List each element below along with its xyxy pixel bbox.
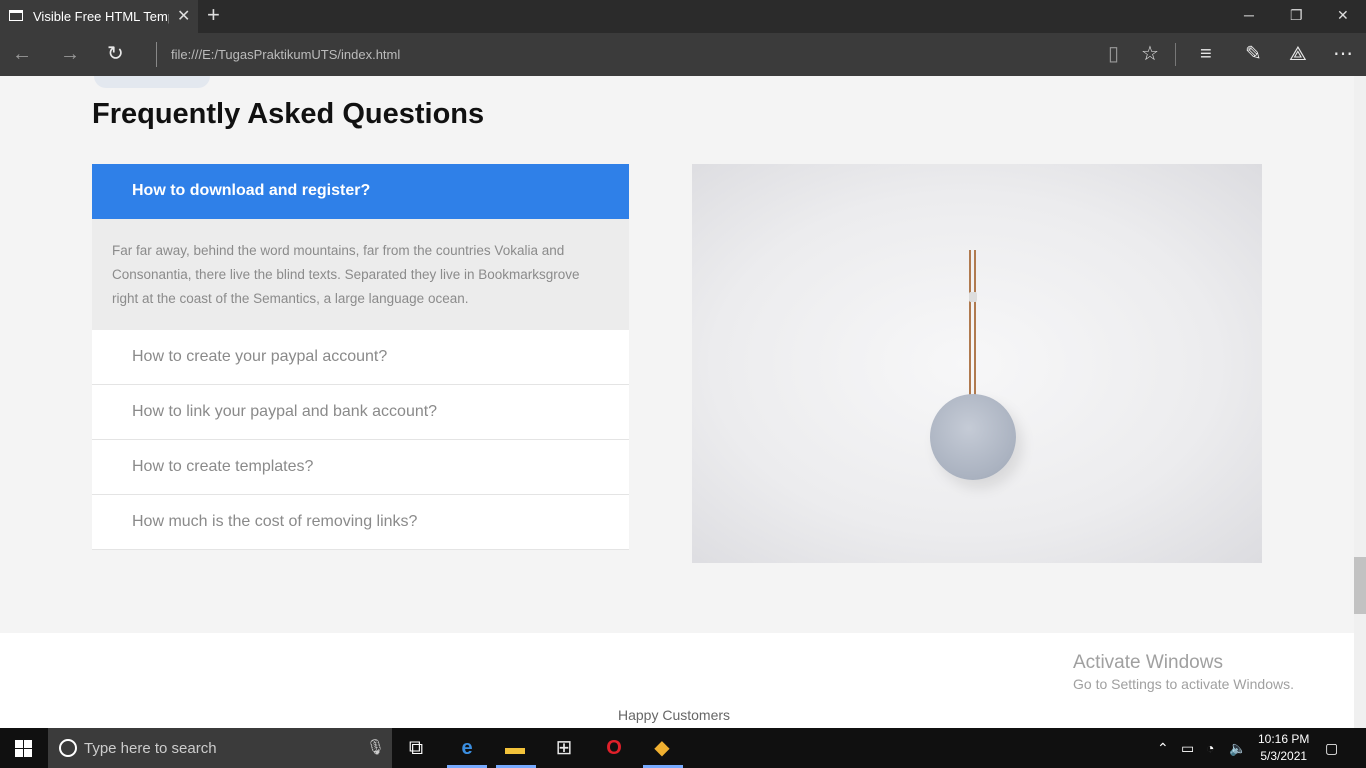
wifi-icon[interactable]: ◔ [1206,740,1214,756]
new-tab-icon[interactable]: + [207,4,220,26]
activate-windows-subtitle: Go to Settings to activate Windows. [1073,676,1294,692]
minimize-icon[interactable]: ─ [1244,7,1254,23]
close-window-icon[interactable]: ✕ [1337,7,1349,24]
tab-bar: Visible Free HTML Temp ✕ + ─ ❐ ✕ [0,0,1366,33]
maximize-icon[interactable]: ❐ [1290,7,1303,24]
show-hidden-icons-icon[interactable]: ⌃ [1157,740,1169,757]
section-pill [94,76,210,88]
speaker-photo [692,164,1262,563]
more-icon[interactable]: ⋯ [1333,43,1353,65]
back-icon[interactable]: ← [12,43,32,65]
faq-answer: Far far away, behind the word mountains,… [92,219,629,330]
store-icon[interactable]: ⊞ [552,736,576,760]
browser-tab[interactable]: Visible Free HTML Temp ✕ [0,0,198,33]
reading-view-icon[interactable]: ▯ [1108,43,1119,65]
search-placeholder: Type here to search [84,740,217,757]
edge-browser-icon[interactable]: e [455,736,479,760]
opera-icon[interactable]: O [602,736,626,760]
hub-icon[interactable]: ≡ [1200,43,1212,65]
windows-taskbar: Type here to search 🎙 ⧉ e ▬ ⊞ O ◆ ⌃ ▭ ◔ … [0,728,1366,768]
scrollbar-thumb[interactable] [1354,557,1366,614]
faq-accordion: How to download and register? Far far aw… [92,164,629,550]
faq-question[interactable]: How much is the cost of removing links? [92,495,629,550]
speaker-tag [969,292,977,302]
notes-icon[interactable]: ✎ [1245,43,1262,65]
browser-toolbar: ← → ↻ file:///E:/TugasPraktikumUTS/index… [0,33,1366,76]
volume-icon[interactable]: 🔈 [1229,740,1246,757]
page-icon [9,10,23,21]
close-icon[interactable]: ✕ [177,6,190,26]
clock-time: 10:16 PM [1258,732,1310,746]
share-icon[interactable]: ⟁ [1289,43,1307,65]
notification-icon[interactable]: ▢ [1325,740,1338,757]
speaker-strap [968,250,977,400]
forward-icon[interactable]: → [60,43,80,65]
battery-icon[interactable]: ▭ [1181,740,1194,757]
faq-title: Frequently Asked Questions [92,98,485,130]
address-divider [156,42,157,67]
speaker-image [930,394,1016,480]
taskbar-clock[interactable]: 10:16 PM 5/3/2021 [1258,731,1309,765]
git-icon[interactable]: ◆ [650,736,674,760]
activate-windows-title: Activate Windows [1073,652,1223,673]
refresh-icon[interactable]: ↻ [107,43,124,65]
clock-date: 5/3/2021 [1260,749,1308,763]
favorite-star-icon[interactable]: ☆ [1141,43,1159,65]
faq-question[interactable]: How to create templates? [92,440,629,495]
faq-question[interactable]: How to create your paypal account? [92,330,629,385]
happy-customers-heading: Happy Customers [618,707,731,723]
file-explorer-icon[interactable]: ▬ [503,736,527,760]
page-scrollbar[interactable] [1354,76,1366,728]
toolbar-divider [1175,43,1176,66]
tab-title: Visible Free HTML Temp [33,9,169,24]
faq-question[interactable]: How to download and register? [92,164,629,219]
taskbar-search[interactable]: Type here to search 🎙 [48,728,392,768]
cortana-icon [59,739,77,757]
task-view-icon[interactable]: ⧉ [404,736,428,760]
windows-start-icon[interactable] [15,740,32,757]
web-page: Frequently Asked Questions How to downlo… [0,76,1354,728]
microphone-icon[interactable]: 🎙 [366,738,385,756]
address-bar[interactable]: file:///E:/TugasPraktikumUTS/index.html [171,47,400,62]
faq-question[interactable]: How to link your paypal and bank account… [92,385,629,440]
